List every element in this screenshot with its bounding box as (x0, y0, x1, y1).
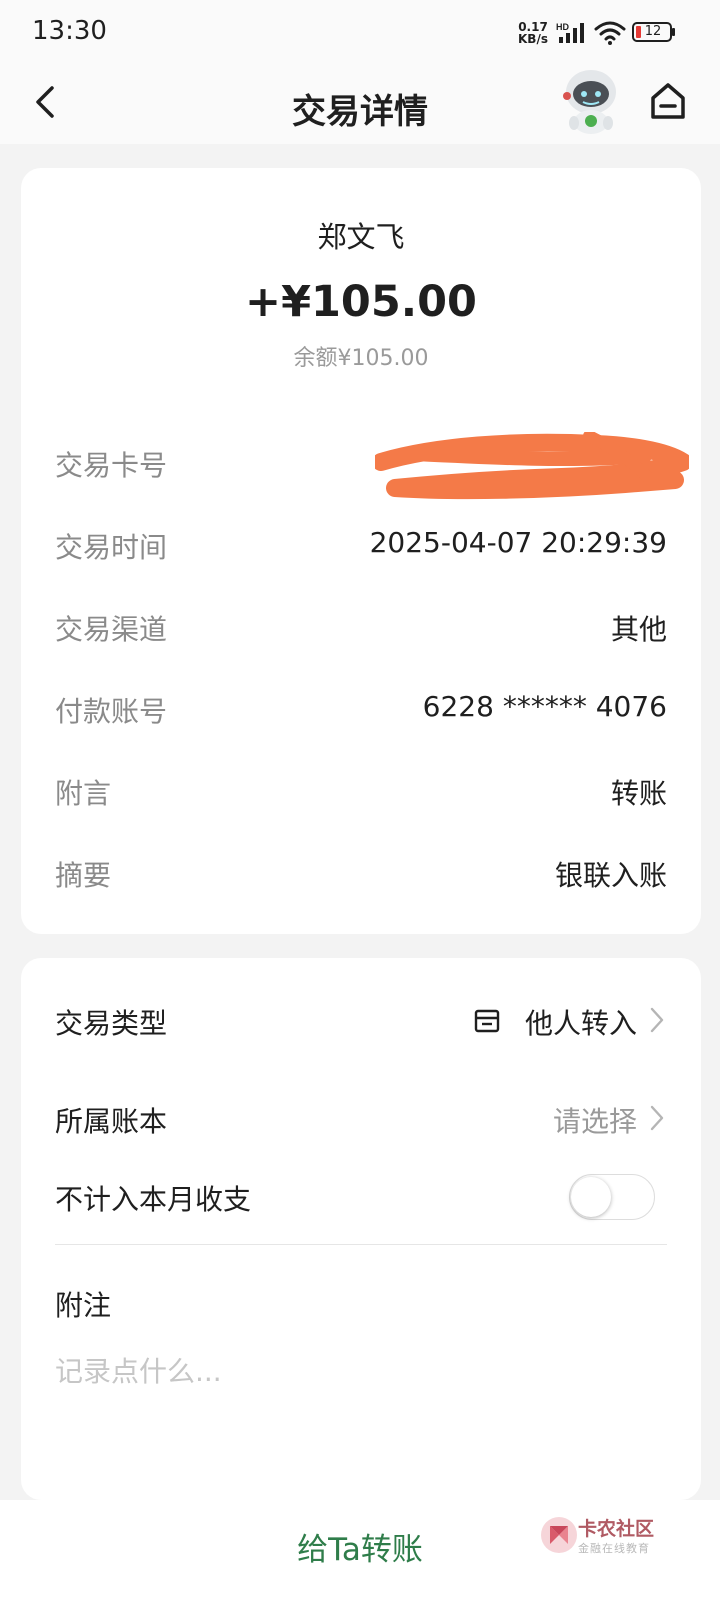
transaction-type-label: 交易类型 (55, 1007, 168, 1040)
exclude-monthly-label: 不计入本月收支 (55, 1183, 252, 1216)
detail-value-message: 转账 (610, 777, 667, 810)
wifi-icon (594, 21, 626, 45)
account-book-value: 请选择 (552, 1105, 637, 1138)
net-speed-unit: KB/s (518, 32, 548, 46)
account-book-label: 所属账本 (55, 1105, 168, 1138)
balance-after: 余额¥105.00 (293, 346, 429, 371)
app-header: 交易详情 (0, 66, 720, 144)
detail-label-card-number: 交易卡号 (55, 449, 168, 482)
toggle-knob (571, 1177, 611, 1217)
net-speed: 0.17 KB/s (518, 21, 548, 45)
note-label: 附注 (55, 1289, 112, 1322)
bottom-bar: 给Ta转账 卡农社区 金融在线教育 (0, 1500, 720, 1600)
transfer-type-icon (474, 1009, 500, 1033)
watermark-logo-icon (541, 1517, 577, 1553)
status-time: 13:30 (32, 16, 107, 46)
watermark-title: 卡农社区 (578, 1518, 655, 1540)
transaction-type-value: 他人转入 (524, 1007, 637, 1040)
detail-label-summary: 摘要 (55, 859, 112, 892)
battery-level: 12 (644, 24, 662, 39)
signal-icon: HD (556, 22, 584, 43)
exclude-monthly-toggle[interactable] (569, 1174, 655, 1220)
chevron-right-icon (650, 1007, 664, 1033)
transaction-settings-card: 交易类型 他人转入 所属账本 请选择 不计入本月收支 附注 记录点什么... (21, 958, 701, 1500)
detail-label-payer-account: 付款账号 (55, 695, 168, 728)
robot-assistant-avatar[interactable] (560, 66, 622, 136)
note-input[interactable]: 记录点什么... (55, 1350, 667, 1390)
transaction-amount: +¥105.00 (245, 277, 477, 327)
transaction-summary-card: 郑文飞 +¥105.00 余额¥105.00 交易卡号 交易时间 2025-04… (21, 168, 701, 934)
divider (55, 1244, 667, 1245)
watermark-subtitle: 金融在线教育 (578, 1542, 650, 1555)
chevron-right-icon (650, 1105, 664, 1131)
signal-hd-label: HD (556, 22, 569, 32)
detail-value-summary: 银联入账 (554, 859, 667, 892)
detail-value-channel: 其他 (610, 613, 667, 646)
detail-value-payer-account: 6228 ****** 4076 (422, 690, 667, 723)
redaction-scribble (375, 432, 689, 500)
home-icon[interactable] (648, 80, 688, 122)
detail-label-time: 交易时间 (55, 531, 168, 564)
status-bar: 13:30 0.17 KB/s HD 12 (0, 0, 720, 66)
detail-label-channel: 交易渠道 (55, 613, 168, 646)
transfer-to-payer-button[interactable]: 给Ta转账 (220, 1510, 500, 1590)
detail-value-time: 2025-04-07 20:29:39 (369, 526, 667, 559)
detail-label-message: 附言 (55, 777, 112, 810)
payer-name: 郑文飞 (317, 220, 405, 254)
